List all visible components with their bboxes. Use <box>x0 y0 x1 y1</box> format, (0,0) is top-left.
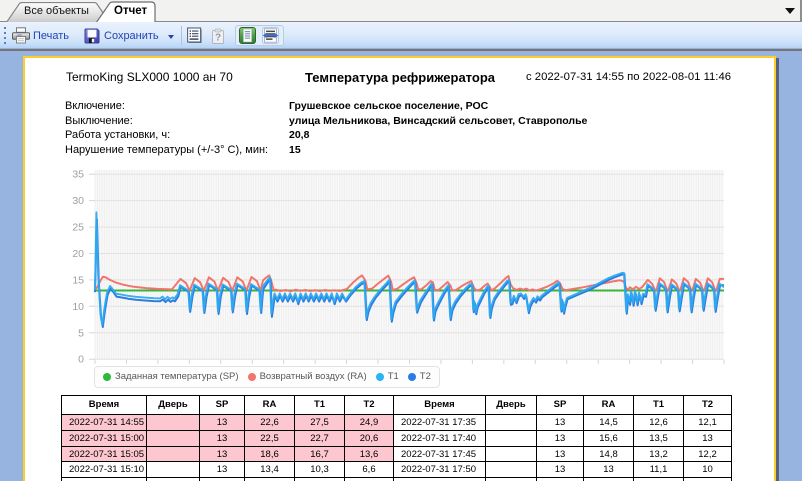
svg-text:?: ? <box>215 33 221 44</box>
